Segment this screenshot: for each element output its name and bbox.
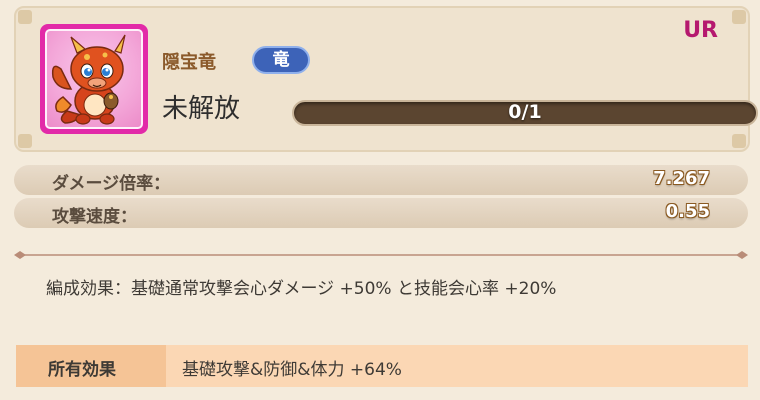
card-corner-ornament (732, 10, 746, 24)
stat-label: ダメージ倍率： (52, 174, 171, 194)
character-name: 隠宝竜 (162, 52, 216, 73)
stat-value: 7.267 (653, 168, 710, 189)
unlock-status: 未解放 (162, 94, 241, 124)
rarity-label: UR (683, 18, 718, 43)
stat-value: 0.55 (665, 201, 710, 222)
formation-effect-text: 編成効果：基礎通常攻撃会心ダメージ +50% と技能会心率 +20% (46, 279, 557, 299)
card-corner-ornament (732, 134, 746, 148)
stat-row-damage-multiplier: ダメージ倍率： 7.267 (14, 165, 748, 195)
progress-label: 0/1 (508, 101, 542, 123)
ornament-divider (14, 251, 748, 259)
owned-effect-text: 基礎攻撃&防御&体力 +64% (182, 360, 402, 380)
unlock-progress-bar: 0/1 (292, 100, 758, 126)
dragon-icon (45, 29, 143, 129)
character-card: UR 隠宝竜 竜 未解放 0/1 (14, 6, 758, 152)
card-corner-ornament (18, 10, 32, 24)
stat-row-attack-speed: 攻撃速度： 0.55 (14, 198, 748, 228)
owned-effect-title: 所有効果 (48, 360, 116, 380)
owned-effect-tab: 所有効果 (16, 345, 166, 387)
stat-label: 攻撃速度： (52, 207, 137, 227)
character-portrait[interactable] (40, 24, 148, 134)
type-tag: 竜 (252, 46, 310, 74)
owned-effect-bar: 所有効果 基礎攻撃&防御&体力 +64% (16, 345, 748, 387)
card-corner-ornament (18, 134, 32, 148)
